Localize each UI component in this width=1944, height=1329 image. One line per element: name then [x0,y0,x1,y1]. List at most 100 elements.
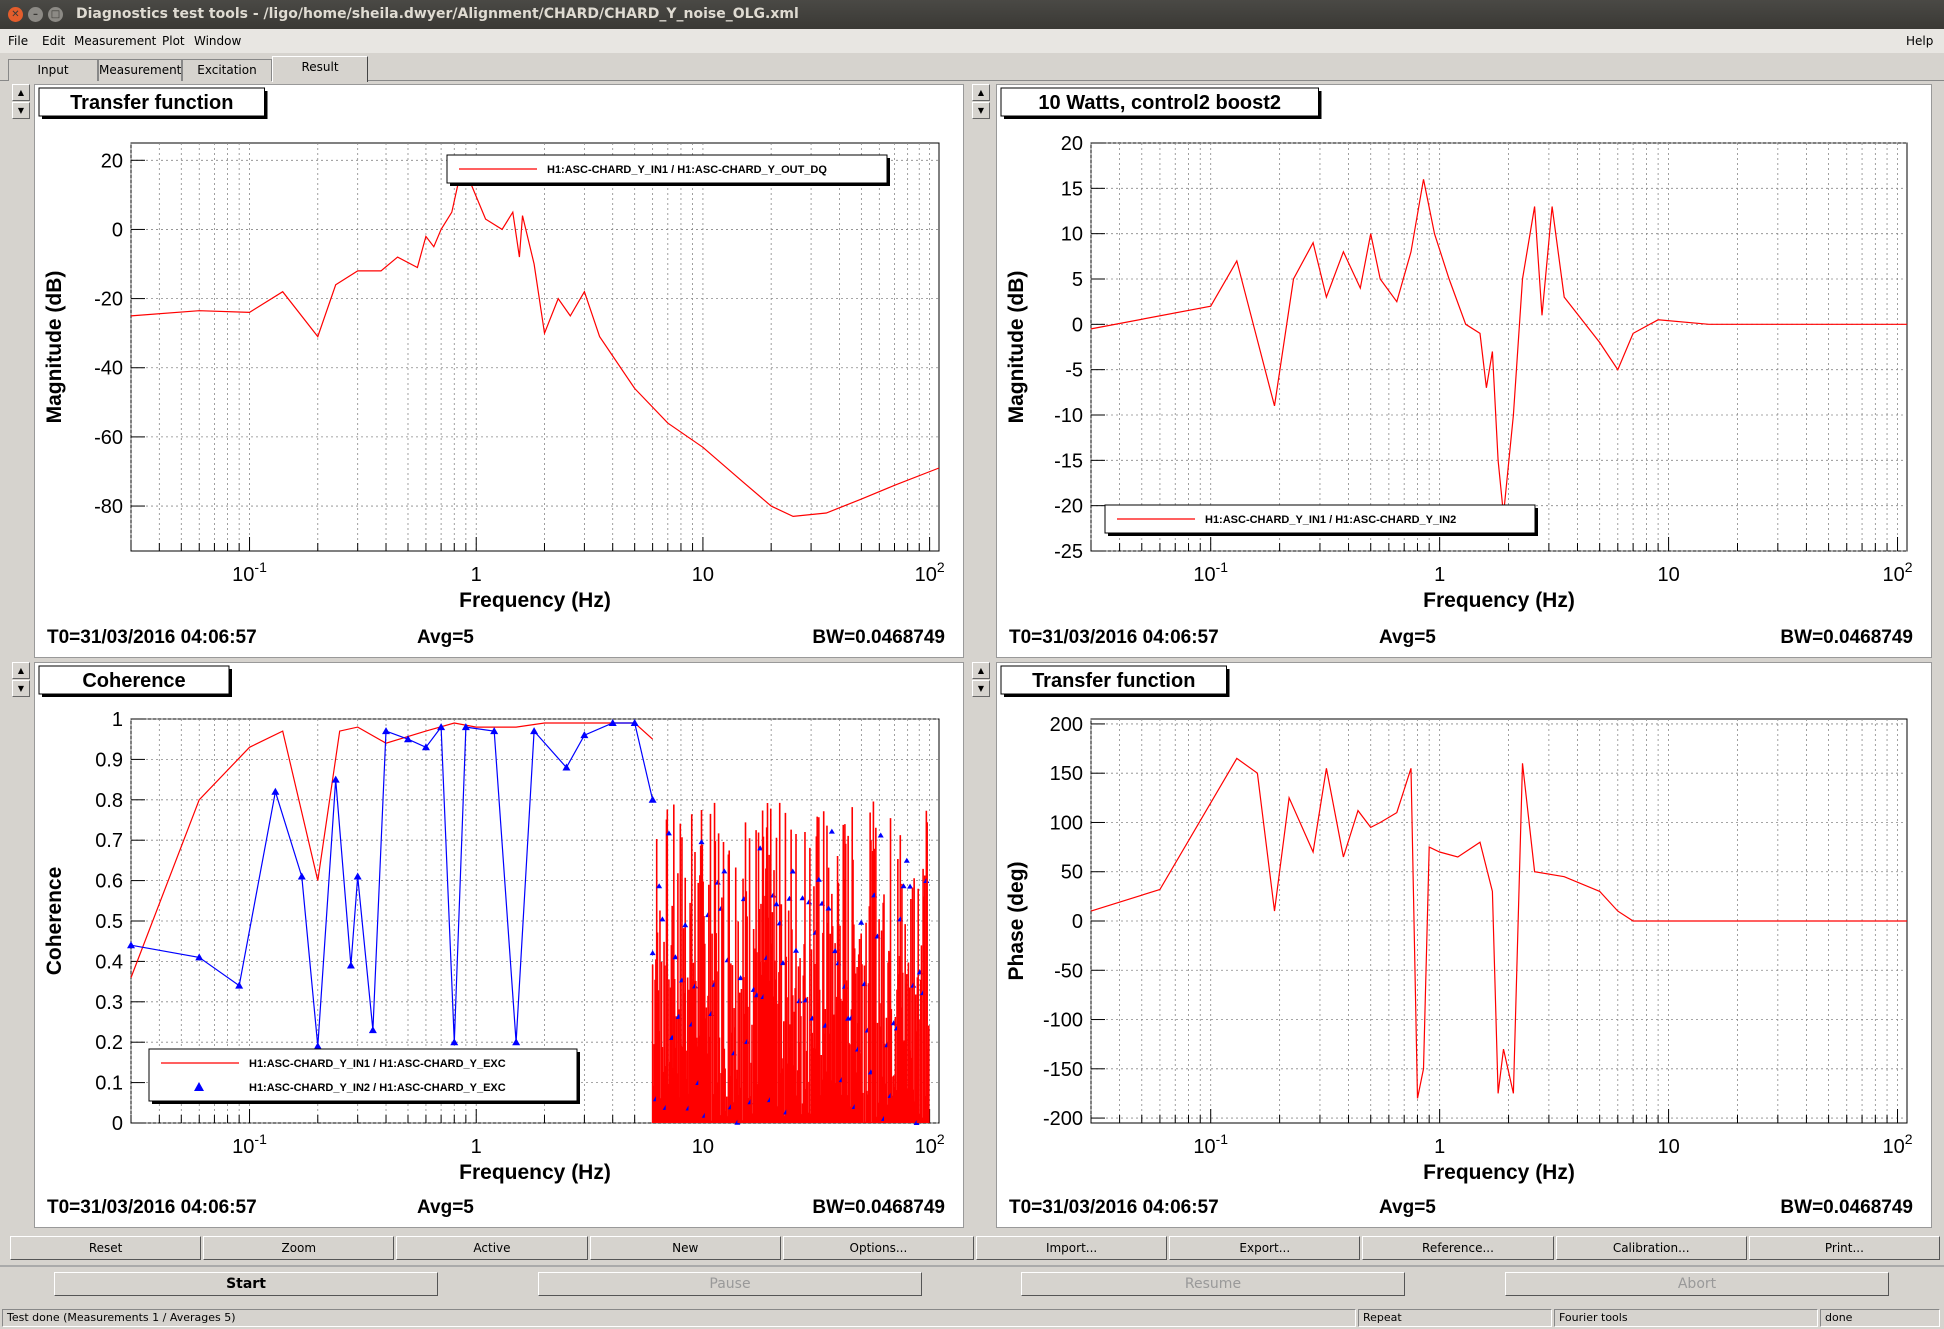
status-message: Test done (Measurements 1 / Averages 5) [2,1309,1356,1327]
print-button[interactable]: Print... [1748,1236,1940,1260]
arrow-down-icon[interactable]: ▼ [12,102,30,119]
pad-title: Transfer function [1000,665,1230,697]
footer-t0: T0=31/03/2016 04:06:57 [47,1197,257,1218]
legend: H1:ASC-CHARD_Y_IN1 / H1:ASC-CHARD_Y_EXC H… [148,1048,580,1104]
y-tick-label: -200 [1043,1108,1083,1130]
plot-area: ▲ ▼ ▲ ▼ ▲ ▼ ▲ ▼ Transfer function 20 0 -20 -40 -6… [0,82,1944,1230]
pad-title: Coherence [38,665,232,697]
import-button[interactable]: Import... [976,1236,1168,1260]
reset-button[interactable]: Reset [10,1236,202,1260]
status-bar: Test done (Measurements 1 / Averages 5) … [0,1307,1944,1329]
arrow-down-icon[interactable]: ▼ [12,680,30,697]
y-tick-label: 5 [1072,269,1083,291]
y-tick-label: 20 [1061,133,1083,155]
tab-measurement[interactable]: Measurement [98,59,182,81]
pad-spinner[interactable]: ▲ ▼ [972,84,992,120]
pad-title-shadow [1004,694,1230,697]
x-axis-label: Frequency (Hz) [459,589,611,612]
x-tick-label: 102 [915,559,945,586]
x-tick-label: 1 [471,564,482,586]
y-tick-label: -20 [94,289,123,311]
arrow-up-icon[interactable]: ▲ [12,84,30,101]
y-tick-label: 0.3 [95,992,123,1014]
x-tick-label: 102 [1883,1131,1913,1158]
menu-help[interactable]: Help [1906,34,1933,48]
pad-title-shadow [229,669,232,697]
new-button[interactable]: New [589,1236,781,1260]
x-tick-label: 1 [471,1136,482,1158]
resume-button[interactable]: Resume [1021,1272,1405,1296]
x-tick-label: 10-1 [232,1131,267,1158]
y-tick-label: 0.6 [95,871,123,893]
plot-pad-coherence[interactable]: Coherence 1 0.9 0.8 0.7 0.6 0.5 0.4 0.3 0.2 0.1 0 10… [34,662,964,1228]
tab-input[interactable]: Input [8,59,98,81]
footer-avg: Avg=5 [1379,627,1436,648]
x-axis-label: Frequency (Hz) [1423,589,1575,612]
y-tick-label: 0.5 [95,911,123,933]
footer-t0: T0=31/03/2016 04:06:57 [1009,1197,1219,1218]
pause-button[interactable]: Pause [538,1272,922,1296]
pad-title-shadow [42,694,232,697]
menu-file[interactable]: File [8,34,28,48]
arrow-up-icon[interactable]: ▲ [972,84,990,101]
arrow-up-icon[interactable]: ▲ [972,662,990,679]
minimize-window-icon[interactable]: – [28,7,43,22]
y-axis-label: Magnitude (dB) [43,271,66,424]
chart-svg: Coherence 1 0.9 0.8 0.7 0.6 0.5 0.4 0.3 0.2 0.1 0 10… [38,665,945,1218]
arrow-up-icon[interactable]: ▲ [12,662,30,679]
export-button[interactable]: Export... [1169,1236,1361,1260]
x-tick-label: 10 [1657,564,1679,586]
plot-pad-transfer-phase[interactable]: Transfer function 200 150 100 50 0 -50 -100 -150… [996,662,1932,1228]
footer-avg: Avg=5 [1379,1197,1436,1218]
menu-bar: File Edit Measurement Plot Window Help [0,29,1944,53]
menu-edit[interactable]: Edit [42,34,65,48]
reference-button[interactable]: Reference... [1362,1236,1554,1260]
arrow-down-icon[interactable]: ▼ [972,680,990,697]
pad-spinner[interactable]: ▲ ▼ [12,84,32,120]
chart-svg: Transfer function 20 0 -20 -40 -60 -80 10-1 1 10 1… [38,87,945,648]
pad-title-text: Coherence [82,670,185,692]
active-button[interactable]: Active [396,1236,588,1260]
arrow-down-icon[interactable]: ▼ [972,102,990,119]
legend: H1:ASC-CHARD_Y_IN1 / H1:ASC-CHARD_Y_OUT_… [446,154,890,186]
zoom-button[interactable]: Zoom [203,1236,395,1260]
x-axis-label: Frequency (Hz) [1423,1161,1575,1184]
maximize-window-icon[interactable]: □ [48,7,63,22]
y-axis-label: Magnitude (dB) [1005,271,1028,424]
y-axis-label: Phase (deg) [1005,861,1028,980]
y-tick-label: 0 [112,219,123,241]
plot-pad-control-magnitude[interactable]: 10 Watts, control2 boost2 20 15 10 5 0 -5 -10 -1… [996,84,1932,658]
pad-title-text: 10 Watts, control2 boost2 [1038,92,1281,114]
legend-entry: H1:ASC-CHARD_Y_IN2 / H1:ASC-CHARD_Y_EXC [249,1082,506,1094]
y-tick-label: -60 [94,427,123,449]
pad-spinner[interactable]: ▲ ▼ [972,662,992,698]
options-button[interactable]: Options... [782,1236,974,1260]
start-button[interactable]: Start [54,1272,438,1296]
y-tick-label: 0 [112,1113,123,1135]
plot-button-row: Reset Zoom Active New Options... Import... Exp… [0,1234,1944,1262]
y-tick-label: 10 [1061,224,1083,246]
menu-plot[interactable]: Plot [162,34,185,48]
footer-avg: Avg=5 [417,1197,474,1218]
pad-title-shadow [264,91,268,119]
pad-spinner[interactable]: ▲ ▼ [12,662,32,698]
y-tick-label: 200 [1050,714,1083,736]
chart-svg: 10 Watts, control2 boost2 20 15 10 5 0 -5 -10 -1… [1000,87,1913,648]
plot-pad-transfer-magnitude[interactable]: Transfer function 20 0 -20 -40 -60 -80 10-1 1 10 1… [34,84,964,658]
status-done: done [1820,1309,1940,1327]
x-tick-label: 10 [692,564,714,586]
abort-button[interactable]: Abort [1505,1272,1889,1296]
tab-result[interactable]: Result [272,56,368,82]
menu-measurement[interactable]: Measurement [74,34,156,48]
calibration-button[interactable]: Calibration... [1555,1236,1747,1260]
tab-bar: Input Measurement Excitation Result [0,53,1944,82]
y-tick-label: 15 [1061,178,1083,200]
tab-excitation[interactable]: Excitation [182,59,272,81]
footer-bw: BW=0.0468749 [1780,1197,1913,1218]
close-window-icon[interactable]: ✕ [8,7,23,22]
x-axis-label: Frequency (Hz) [459,1161,611,1184]
y-tick-label: 0.8 [95,790,123,812]
menu-window[interactable]: Window [194,34,241,48]
legend-entry: H1:ASC-CHARD_Y_IN1 / H1:ASC-CHARD_Y_EXC [249,1058,506,1070]
pad-title-shadow [1318,91,1322,119]
